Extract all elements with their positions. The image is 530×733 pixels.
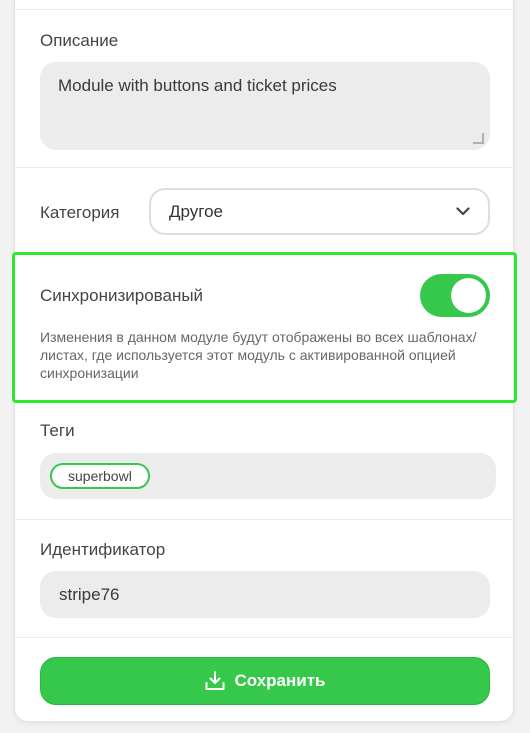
- category-selected-value: Другое: [169, 201, 224, 221]
- toggle-knob: [451, 278, 486, 313]
- sync-description: Изменения в данном модуле будут отображе…: [40, 329, 477, 381]
- category-select[interactable]: Другое: [149, 188, 490, 235]
- description-label: Описание: [40, 31, 119, 50]
- sync-label: Синхронизированый: [40, 286, 204, 305]
- description-value: Module with buttons and ticket prices: [58, 76, 337, 95]
- sync-toggle[interactable]: [420, 274, 490, 317]
- divider: [15, 519, 513, 520]
- divider: [15, 167, 513, 168]
- description-textarea[interactable]: Module with buttons and ticket prices: [40, 62, 490, 150]
- tags-input[interactable]: superbowl: [40, 453, 496, 499]
- save-button-label: Сохранить: [234, 671, 326, 690]
- category-label: Категория: [40, 203, 120, 222]
- save-button[interactable]: Сохранить: [40, 657, 490, 705]
- tag-chip[interactable]: superbowl: [50, 463, 150, 489]
- identifier-input[interactable]: stripe76: [40, 571, 490, 618]
- tags-label: Теги: [40, 421, 75, 440]
- identifier-value: stripe76: [59, 584, 120, 604]
- chevron-down-icon: [456, 207, 470, 216]
- module-settings-panel: Описание Module with buttons and ticket …: [12, 0, 517, 722]
- divider: [15, 9, 513, 10]
- resize-grip-icon[interactable]: [472, 132, 484, 144]
- download-icon: [205, 671, 225, 690]
- divider: [15, 637, 513, 638]
- identifier-label: Идентификатор: [40, 540, 166, 559]
